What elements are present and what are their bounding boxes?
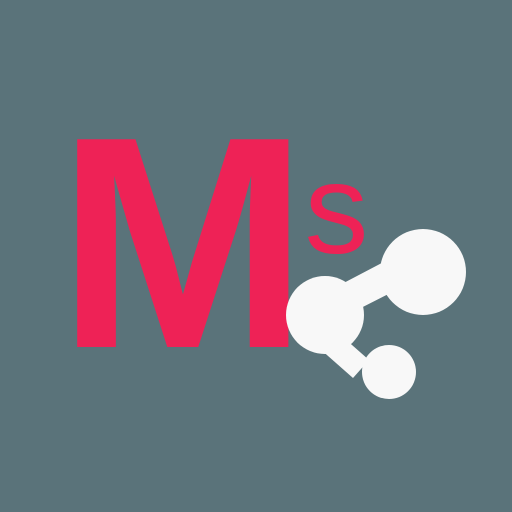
share-node-bottom <box>362 345 416 399</box>
app-icon: M s <box>0 0 512 512</box>
share-network-icon <box>286 229 466 399</box>
